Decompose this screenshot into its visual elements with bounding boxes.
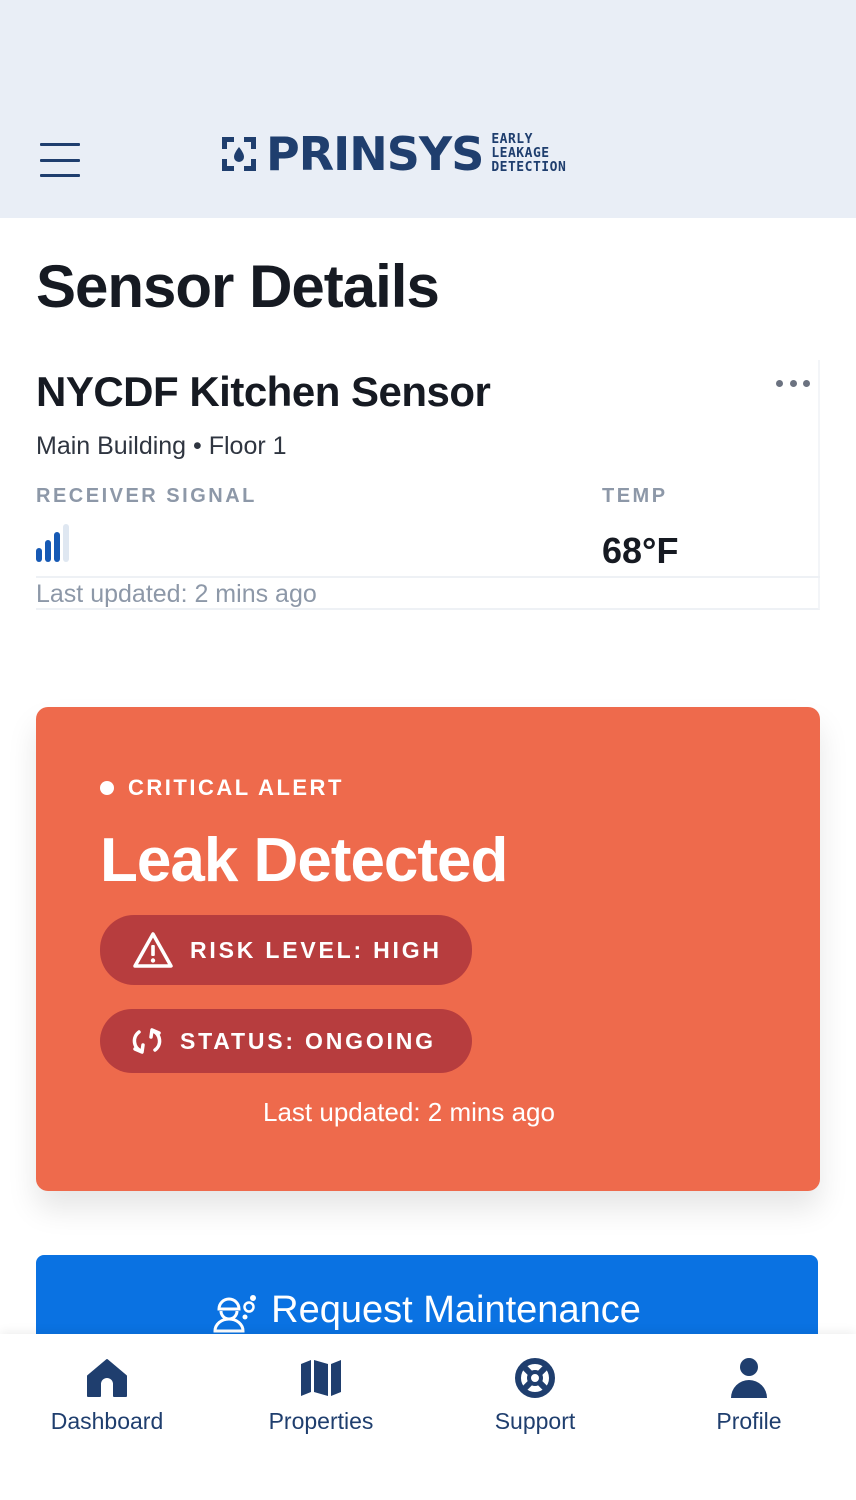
signal-bar: [54, 532, 60, 562]
alert-last-updated: Last updated: 2 mins ago: [263, 1097, 555, 1127]
sensor-location: Main Building • Floor 1: [36, 432, 287, 460]
bottom-navigation: Dashboard Properties Support Profile: [0, 1334, 856, 1500]
nav-label-properties: Properties: [268, 1408, 374, 1434]
logo-tagline: EARLY LEAKAGE DETECTION: [491, 132, 567, 175]
sensor-name: NYCDF Kitchen Sensor: [36, 368, 491, 415]
status-badge: STATUS: ONGOING: [100, 1009, 472, 1073]
map-icon: [301, 1360, 341, 1396]
user-icon: [731, 1358, 767, 1398]
nav-item-profile[interactable]: Profile: [649, 1356, 849, 1435]
lifebuoy-icon: [515, 1358, 555, 1398]
nav-item-support[interactable]: Support: [435, 1356, 635, 1435]
logo-mark-icon: [222, 137, 256, 171]
maintenance-worker-icon: [213, 1295, 257, 1333]
nav-label-support: Support: [494, 1408, 576, 1434]
signal-bar: [63, 524, 69, 562]
signal-bar: [45, 540, 51, 562]
critical-alert-card: CRITICAL ALERT Leak Detected RISK LEVEL:…: [36, 707, 820, 1191]
warning-triangle-icon: [133, 932, 173, 968]
nav-label-profile: Profile: [716, 1408, 782, 1434]
app-header: PRINSYS EARLY LEAKAGE DETECTION: [0, 0, 856, 218]
nav-item-properties[interactable]: Properties: [221, 1356, 421, 1435]
signal-strength-icon: [36, 524, 86, 562]
signal-bar: [36, 548, 42, 562]
risk-level-badge: RISK LEVEL: HIGH: [100, 915, 472, 985]
alert-title: Leak Detected: [100, 826, 508, 895]
card-divider: [36, 576, 820, 578]
temp-label: TEMP: [602, 485, 668, 507]
risk-level-label: RISK LEVEL: HIGH: [190, 936, 442, 963]
receiver-signal-label: RECEIVER SIGNAL: [36, 485, 257, 507]
nav-item-dashboard[interactable]: Dashboard: [7, 1356, 207, 1435]
more-options-icon[interactable]: [776, 378, 810, 388]
home-icon: [87, 1359, 127, 1397]
logo-wordmark: PRINSYS: [266, 127, 484, 181]
temp-value: 68°F: [602, 530, 679, 571]
status-label: STATUS: ONGOING: [180, 1027, 436, 1054]
page-title: Sensor Details: [36, 253, 440, 320]
hamburger-menu-icon[interactable]: [40, 143, 80, 177]
alert-dot-icon: [100, 781, 114, 795]
sync-icon: [132, 1028, 162, 1054]
alert-tag: CRITICAL ALERT: [100, 775, 344, 801]
sensor-last-updated: Last updated: 2 mins ago: [36, 580, 317, 608]
alert-tag-label: CRITICAL ALERT: [128, 775, 344, 800]
sensor-card: NYCDF Kitchen Sensor Main Building • Flo…: [36, 360, 820, 610]
prinsys-logo: PRINSYS EARLY LEAKAGE DETECTION: [222, 130, 566, 178]
nav-label-dashboard: Dashboard: [50, 1408, 164, 1434]
